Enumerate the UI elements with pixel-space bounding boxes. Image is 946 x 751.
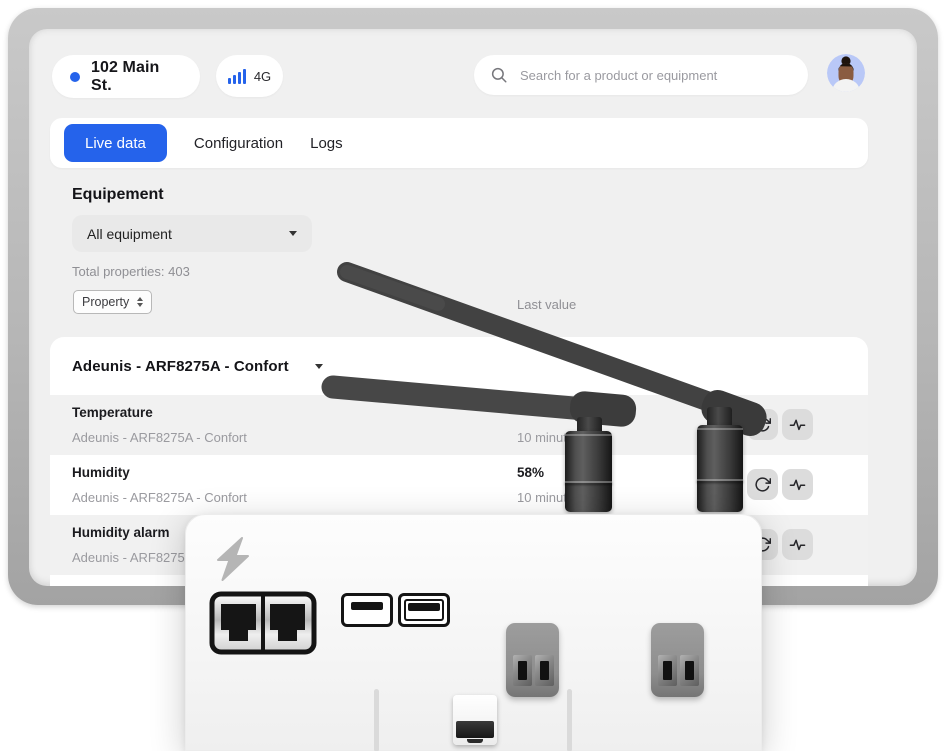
activity-pulse-icon: [789, 536, 806, 553]
usb-port-icon: [341, 593, 393, 627]
search-icon: [490, 65, 508, 85]
tab-logs[interactable]: Logs: [310, 135, 343, 152]
property-select[interactable]: Property: [73, 290, 152, 314]
usb-port-icon: [398, 593, 450, 627]
lightning-logo-icon: [211, 537, 253, 581]
chart-button[interactable]: [782, 409, 813, 440]
property-name: Humidity alarm: [72, 525, 170, 540]
status-dot-icon: [70, 72, 80, 82]
chart-button[interactable]: [782, 469, 813, 500]
activity-pulse-icon: [789, 476, 806, 493]
tab-live-data[interactable]: Live data: [64, 124, 167, 162]
power-terminal-icon: [651, 623, 704, 697]
antenna-base: [565, 431, 612, 512]
total-properties-label: Total properties: 403: [72, 264, 190, 279]
device-group-title: Adeunis - ARF8275A - Confort: [72, 358, 289, 375]
property-select-value: Property: [82, 295, 129, 309]
ethernet-ports-icon: [209, 591, 317, 655]
location-pill[interactable]: 102 Main St.: [52, 55, 200, 98]
property-device: Adeunis - ARF8275A - Confort: [72, 430, 247, 445]
property-device: Adeunis - ARF8275A - Confort: [72, 490, 247, 505]
page: 102 Main St. 4G: [0, 0, 946, 751]
search-input[interactable]: [520, 68, 792, 83]
section-title: Equipement: [72, 186, 164, 204]
activity-pulse-icon: [789, 416, 806, 433]
usb-ports: [341, 593, 450, 627]
location-label: 102 Main St.: [91, 59, 182, 95]
gateway-device-image: [185, 514, 762, 751]
sim-slot-icon: [453, 695, 497, 745]
equipment-select-value: All equipment: [87, 226, 172, 242]
avatar[interactable]: [827, 54, 865, 92]
panel-divider: [374, 689, 379, 751]
select-arrows-icon: [137, 297, 143, 307]
tab-configuration[interactable]: Configuration: [194, 135, 283, 152]
antenna-base: [697, 425, 743, 512]
search-bar[interactable]: [474, 55, 808, 95]
tab-bar: Live data Configuration Logs: [50, 118, 868, 168]
equipment-select[interactable]: All equipment: [72, 215, 312, 252]
panel-divider: [567, 689, 572, 751]
avatar-image: [827, 54, 865, 92]
property-name: Humidity: [72, 465, 130, 480]
network-label: 4G: [254, 69, 271, 84]
network-pill: 4G: [216, 55, 283, 97]
property-name: Temperature: [72, 405, 153, 420]
chevron-down-icon: [289, 231, 297, 236]
power-terminal-icon: [506, 623, 559, 697]
chart-button[interactable]: [782, 529, 813, 560]
signal-bars-icon: [228, 69, 246, 84]
